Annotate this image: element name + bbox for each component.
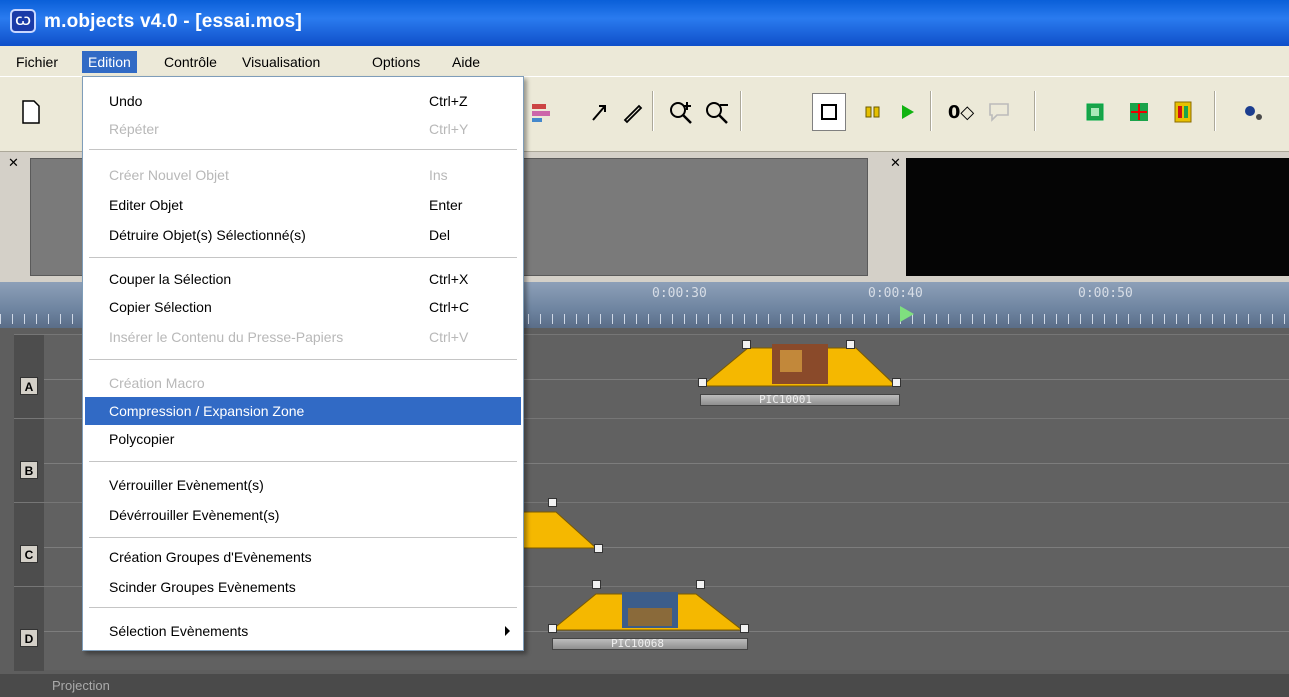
columns-icon[interactable] (1166, 93, 1200, 131)
track-header: B (14, 419, 44, 503)
keyframe-handle[interactable] (740, 624, 749, 633)
menu-item-verrouiller[interactable]: Vérrouiller Evènement(s) (85, 471, 521, 499)
menu-options[interactable]: Options (366, 51, 426, 73)
menu-item-compression-expansion[interactable]: Compression / Expansion Zone (85, 397, 521, 425)
toolbar-separator (652, 91, 654, 131)
comment-icon[interactable] (982, 93, 1016, 131)
pause-icon[interactable] (856, 93, 890, 131)
menu-item-creer-objet[interactable]: Créer Nouvel Objet Ins (85, 161, 521, 189)
menu-item-selection-evenements[interactable]: Sélection Evènements (85, 617, 521, 645)
toolbar-separator (930, 91, 932, 131)
zoom-out-icon[interactable] (700, 93, 734, 131)
clip-envelope[interactable] (520, 506, 604, 552)
play-icon[interactable] (890, 93, 924, 131)
clip-name-bar[interactable]: PIC10001 (700, 394, 900, 406)
track-letter: D (20, 629, 38, 647)
track-letter: B (20, 461, 38, 479)
track-header: C (14, 503, 44, 587)
pen-icon[interactable] (616, 93, 650, 131)
track-header: A (14, 335, 44, 419)
menu-item-inserer[interactable]: Insérer le Contenu du Presse-Papiers Ctr… (85, 323, 521, 351)
menu-separator (89, 537, 517, 539)
menu-separator (89, 359, 517, 361)
menu-separator (89, 257, 517, 259)
keyframe-handle[interactable] (548, 498, 557, 507)
menu-bar: Fichier Edition Contrôle Visualisation O… (0, 46, 1289, 76)
dots-icon[interactable] (1236, 93, 1270, 131)
keyframe-handle[interactable] (698, 378, 707, 387)
menu-item-undo[interactable]: Undo Ctrl+Z (85, 87, 521, 115)
toolbar-separator (1214, 91, 1216, 131)
square-select-icon[interactable] (812, 93, 846, 131)
menu-item-detruire-objets[interactable]: Détruire Objet(s) Sélectionné(s) Del (85, 221, 521, 249)
zoom-in-icon[interactable] (664, 93, 698, 131)
keyframe-handle[interactable] (892, 378, 901, 387)
keyframe-handle[interactable] (846, 340, 855, 349)
track-header: D (14, 587, 44, 671)
menu-aide[interactable]: Aide (446, 51, 486, 73)
menu-separator (89, 461, 517, 463)
image-icon[interactable] (1078, 93, 1112, 131)
menu-visualisation[interactable]: Visualisation (236, 51, 326, 73)
keyframe-handle[interactable] (592, 580, 601, 589)
arrow-pointer-icon[interactable] (584, 93, 618, 131)
new-file-icon[interactable] (14, 93, 48, 131)
menu-item-polycopier[interactable]: Polycopier (85, 425, 521, 453)
zero-counter-icon[interactable]: 0◇ (944, 93, 978, 131)
track-letter: C (20, 545, 38, 563)
clip-envelope[interactable] (548, 586, 748, 634)
clip-envelope[interactable] (696, 338, 902, 390)
menu-separator (89, 149, 517, 151)
ruler-label: 0:00:40 (868, 286, 923, 301)
menu-edition[interactable]: Edition (82, 51, 137, 73)
menu-item-editer-objet[interactable]: Editer Objet Enter (85, 191, 521, 219)
menu-item-deverrouiller[interactable]: Dévérrouiller Evènement(s) (85, 501, 521, 529)
preview-panel (906, 158, 1289, 276)
close-icon[interactable]: ✕ (8, 156, 19, 171)
menu-controle[interactable]: Contrôle (158, 51, 223, 73)
track-letter: A (20, 377, 38, 395)
menu-item-scinder-groupes[interactable]: Scinder Groupes Evènements (85, 573, 521, 601)
edition-menu: Undo Ctrl+Z Répéter Ctrl+Y Créer Nouvel … (82, 76, 524, 651)
window-title: m.objects v4.0 - [essai.mos] (44, 11, 302, 32)
projection-track: Projection (0, 674, 1289, 697)
keyframe-handle[interactable] (742, 340, 751, 349)
menu-fichier[interactable]: Fichier (10, 51, 64, 73)
menu-item-repeter[interactable]: Répéter Ctrl+Y (85, 115, 521, 143)
menu-item-creation-macro[interactable]: Création Macro (85, 369, 521, 397)
title-bar: Ѡ m.objects v4.0 - [essai.mos] (0, 0, 1289, 46)
keyframe-handle[interactable] (548, 624, 557, 633)
toolbar-separator (1034, 91, 1036, 131)
clip-name-bar[interactable]: PIC10068 (552, 638, 748, 650)
ruler-label: 0:00:30 (652, 286, 707, 301)
submenu-arrow-icon (505, 626, 510, 636)
keyframe-handle[interactable] (594, 544, 603, 553)
keyframe-handle[interactable] (696, 580, 705, 589)
ruler-label: 0:00:50 (1078, 286, 1133, 301)
menu-item-copier[interactable]: Copier Sélection Ctrl+C (85, 293, 521, 321)
move-icon[interactable] (1122, 93, 1156, 131)
menu-separator (89, 607, 517, 609)
playhead-icon[interactable] (900, 306, 914, 322)
toolbar-separator (740, 91, 742, 131)
close-icon[interactable]: ✕ (890, 156, 901, 171)
paintbrush-icon[interactable] (526, 93, 560, 131)
menu-item-couper[interactable]: Couper la Sélection Ctrl+X (85, 265, 521, 293)
app-icon[interactable]: Ѡ (10, 9, 36, 33)
menu-item-creation-groupes[interactable]: Création Groupes d'Evènements (85, 543, 521, 571)
